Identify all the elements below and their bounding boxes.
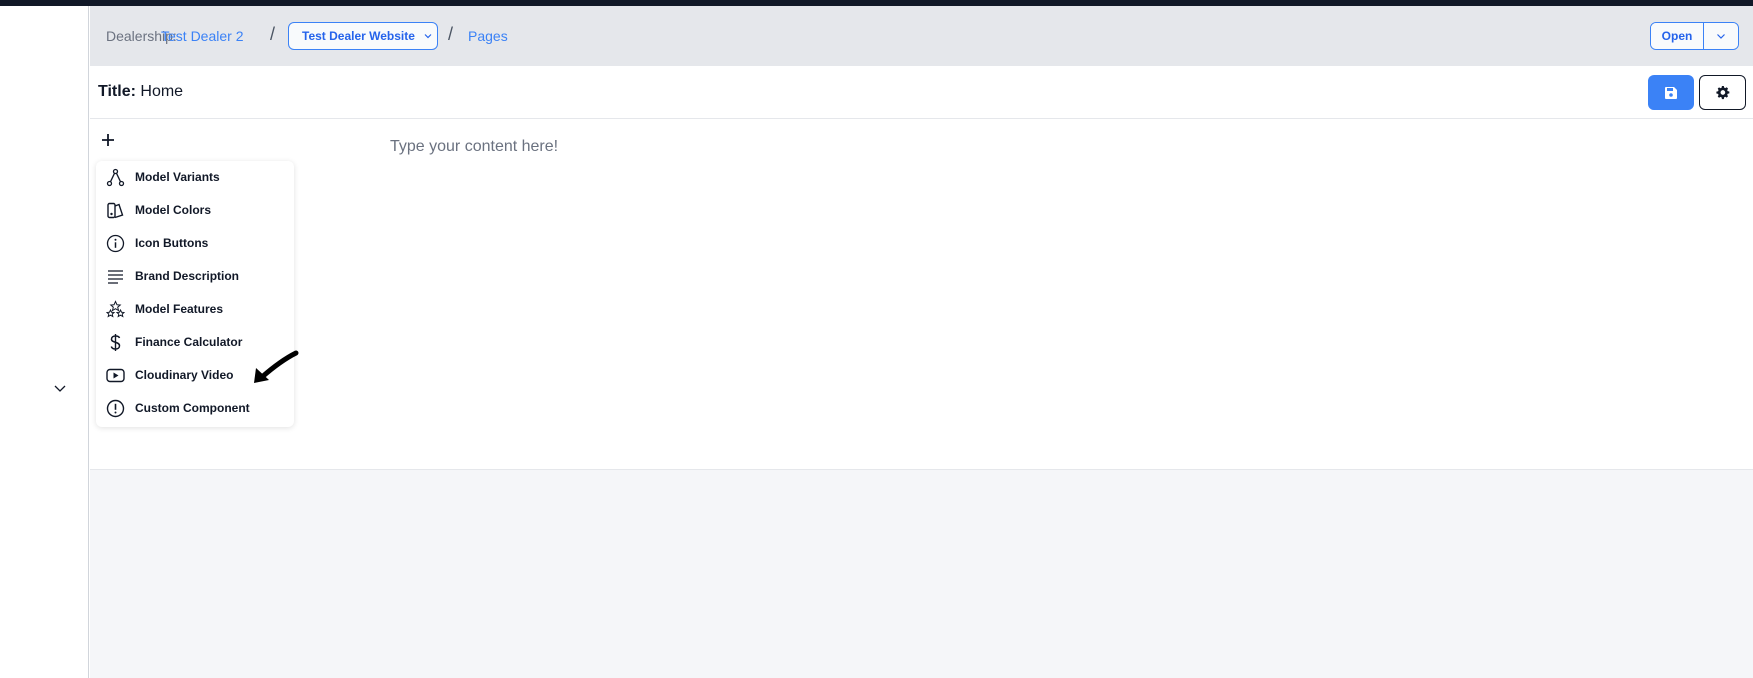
menu-item-label: Custom Component	[135, 401, 250, 415]
annotation-arrow-icon	[254, 350, 299, 383]
menu-item-label: Finance Calculator	[135, 335, 243, 349]
title-label: Title:	[98, 83, 136, 100]
menu-item-label: Brand Description	[135, 269, 240, 283]
exclamation-circle-icon	[106, 399, 125, 418]
settings-button[interactable]	[1699, 75, 1746, 110]
open-button[interactable]: Open	[1651, 23, 1704, 49]
menu-item-label: Model Features	[135, 302, 224, 316]
menu-item-label: Model Colors	[135, 203, 212, 217]
menu-item-label: Cloudinary Video	[135, 368, 234, 382]
title-value[interactable]: Home	[140, 83, 183, 100]
menu-item-custom-component[interactable]: Custom Component	[96, 392, 294, 425]
breadcrumb-separator: /	[448, 24, 454, 44]
page-title: Title: Home	[98, 83, 183, 101]
floppy-disk-icon	[1665, 86, 1677, 99]
content-placeholder[interactable]: Type your content here!	[390, 138, 558, 156]
breadcrumb-dealer-link[interactable]: Test Dealer 2	[161, 28, 243, 44]
video-play-icon	[106, 368, 125, 383]
stars-icon	[106, 300, 125, 318]
website-dropdown-label: Test Dealer Website	[302, 29, 415, 43]
open-split-button: Open	[1650, 22, 1739, 50]
title-row: Title: Home	[90, 66, 1753, 119]
open-menu-toggle[interactable]	[1704, 23, 1738, 49]
menu-item-model-features[interactable]: Model Features	[96, 293, 294, 326]
menu-item-label: Icon Buttons	[135, 236, 209, 250]
chevron-down-icon[interactable]	[53, 381, 67, 395]
save-button[interactable]	[1648, 75, 1694, 110]
menu-item-label: Model Variants	[135, 170, 220, 184]
menu-item-model-variants[interactable]: Model Variants	[96, 161, 294, 194]
breadcrumb-pages-link[interactable]: Pages	[468, 28, 508, 44]
chevron-down-icon	[1717, 34, 1725, 39]
info-circle-icon	[106, 234, 125, 253]
main-area: Dealership: Test Dealer 2 / Test Dealer …	[90, 6, 1753, 678]
chevron-down-icon	[424, 34, 432, 39]
menu-item-model-colors[interactable]: Model Colors	[96, 194, 294, 227]
menu-item-brand-description[interactable]: Brand Description	[96, 260, 294, 293]
text-lines-icon	[108, 270, 123, 284]
menu-item-icon-buttons[interactable]: Icon Buttons	[96, 227, 294, 260]
palette-icon	[107, 202, 124, 219]
page-editor: Title: Home Type your content here! Mode…	[90, 66, 1753, 470]
breadcrumb: Dealership: Test Dealer 2 / Test Dealer …	[90, 6, 1753, 66]
branch-icon	[106, 168, 125, 187]
add-block-icon[interactable]	[100, 132, 116, 148]
dollar-icon	[110, 334, 121, 351]
breadcrumb-separator: /	[270, 24, 276, 44]
gear-icon	[1716, 85, 1730, 100]
sidebar	[0, 6, 89, 678]
website-dropdown-button[interactable]: Test Dealer Website	[288, 22, 438, 50]
